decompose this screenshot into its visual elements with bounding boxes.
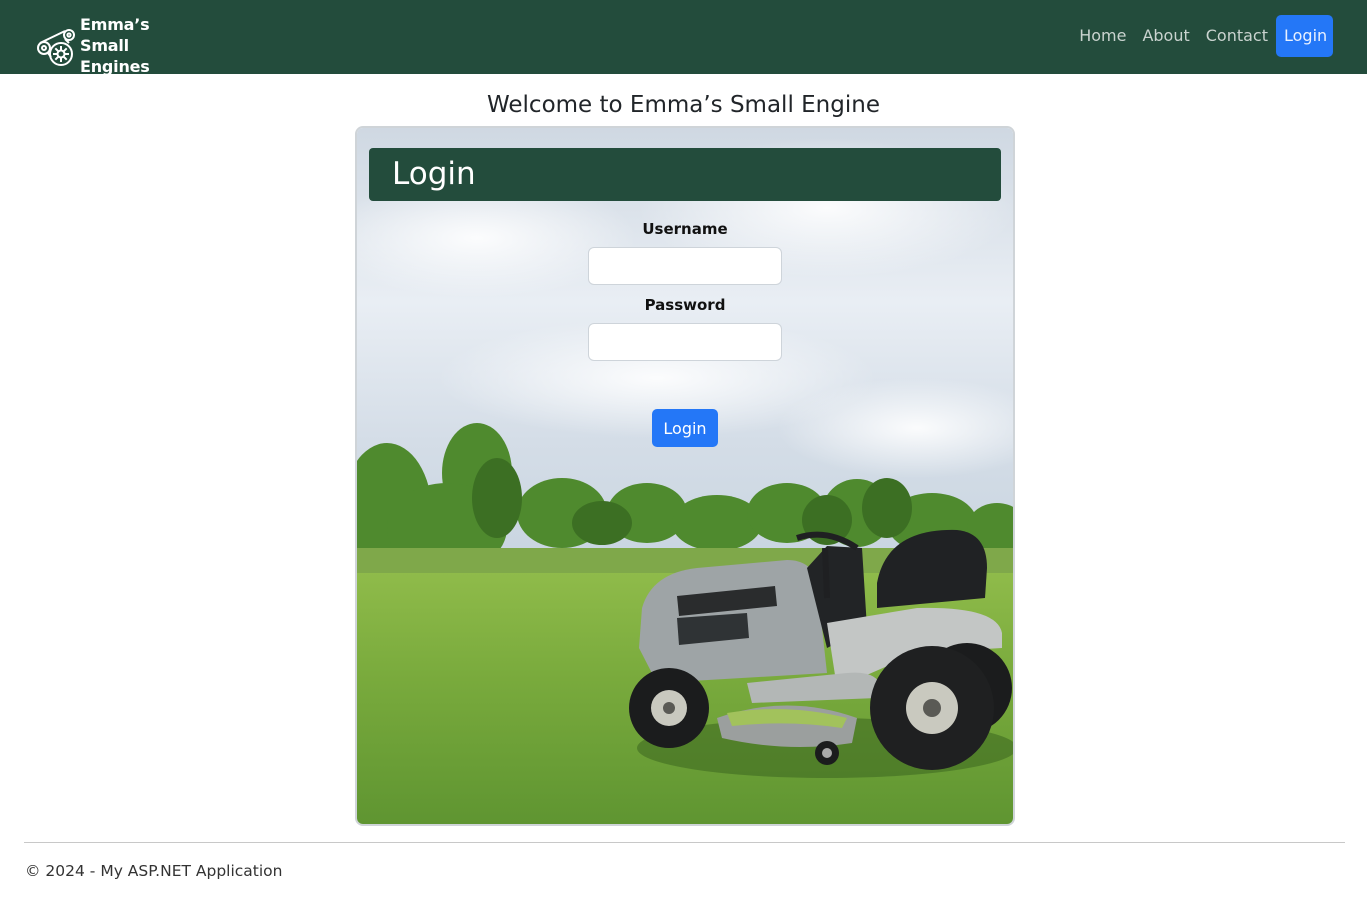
- login-card-header: Login: [369, 148, 1001, 201]
- login-card: Login Username Password Login: [355, 126, 1015, 826]
- brand-line-2: Engines: [80, 57, 150, 76]
- nav-login-button[interactable]: Login: [1276, 15, 1333, 57]
- nav-contact-link[interactable]: Contact: [1198, 15, 1276, 57]
- brand-line-1: Emma’s Small: [80, 15, 150, 55]
- nav-links: Home About Contact Login: [1071, 15, 1333, 57]
- login-submit-button[interactable]: Login: [652, 409, 718, 447]
- nav-about-link[interactable]: About: [1134, 15, 1197, 57]
- username-input[interactable]: [588, 247, 782, 285]
- footer-copyright: © 2024 - My ASP.NET Application: [25, 862, 283, 880]
- password-input[interactable]: [588, 323, 782, 361]
- username-label: Username: [642, 220, 728, 238]
- password-label: Password: [644, 296, 726, 314]
- brand-name: Emma’s Small Engines: [80, 14, 200, 77]
- welcome-heading: Welcome to Emma’s Small Engine: [487, 92, 880, 118]
- top-navbar: Emma’s Small Engines Home About Contact …: [0, 0, 1367, 77]
- brand[interactable]: Emma’s Small Engines: [36, 14, 200, 77]
- nav-home-link[interactable]: Home: [1071, 15, 1134, 57]
- footer-divider: [24, 842, 1345, 843]
- gears-logo-icon: [37, 28, 75, 66]
